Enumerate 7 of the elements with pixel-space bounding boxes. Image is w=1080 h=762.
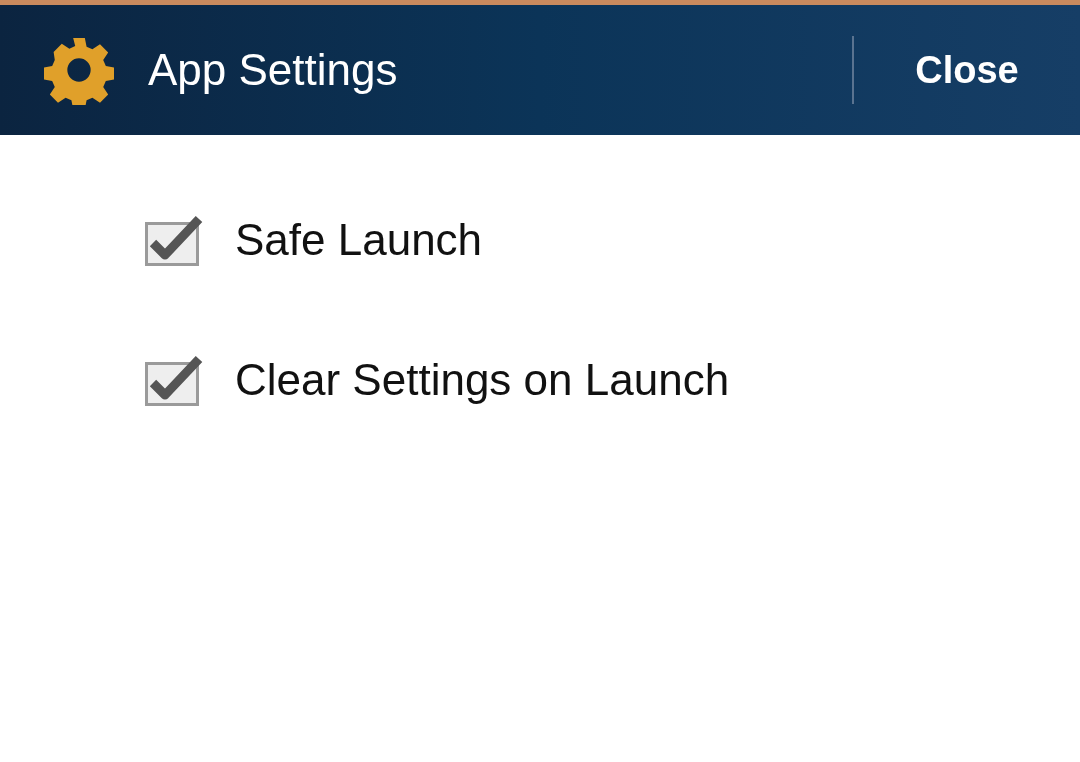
checkbox[interactable] bbox=[145, 353, 203, 407]
window-title: App Settings bbox=[148, 44, 398, 96]
gear-icon bbox=[44, 35, 114, 105]
option-label: Safe Launch bbox=[235, 214, 483, 266]
option-label: Clear Settings on Launch bbox=[235, 354, 730, 406]
close-button[interactable]: Close bbox=[854, 5, 1080, 135]
checkbox[interactable] bbox=[145, 213, 203, 267]
